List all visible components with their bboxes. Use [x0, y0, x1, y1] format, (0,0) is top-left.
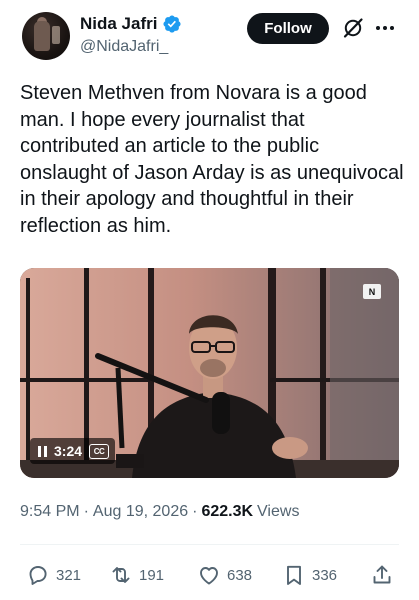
share-button[interactable]	[370, 558, 394, 592]
video-duration: 3:24	[54, 443, 83, 459]
reply-count: 321	[56, 566, 82, 584]
tweet-card: Nida Jafri @NidaJafri_ Follow Steven Met…	[0, 0, 419, 600]
tweet-date[interactable]: Aug 19, 2026	[93, 503, 188, 521]
reply-icon	[29, 566, 47, 585]
tweet-text: Steven Methven from Novara is a good man…	[20, 82, 410, 237]
repost-icon	[112, 567, 130, 583]
meta-separator: ·	[83, 503, 89, 520]
author-handle[interactable]: @NidaJafri_	[80, 38, 168, 56]
share-icon	[373, 565, 391, 584]
author-name-row[interactable]: Nida Jafri	[80, 14, 182, 34]
avatar-highlight	[52, 26, 60, 44]
author-display-name[interactable]: Nida Jafri	[80, 14, 157, 34]
divider	[20, 544, 399, 545]
tweet-time[interactable]: 9:54 PM	[20, 503, 80, 521]
like-count: 638	[227, 566, 253, 584]
views-count: 622.3K	[201, 503, 254, 520]
views-label: Views	[257, 503, 300, 520]
repost-button[interactable]: 191	[109, 558, 164, 592]
tweet-meta: 9:54 PM · Aug 19, 2026 · 622.3K Views	[20, 503, 299, 521]
video-controls[interactable]: 3:24 CC	[30, 438, 116, 464]
grok-icon[interactable]	[341, 16, 365, 40]
more-icon[interactable]	[374, 18, 396, 38]
verified-badge-icon	[163, 15, 182, 33]
bookmark-count: 336	[312, 566, 338, 584]
bookmark-button[interactable]: 336	[282, 558, 337, 592]
action-bar: 321 191 638 336	[0, 558, 419, 592]
avatar[interactable]	[22, 12, 70, 60]
reply-button[interactable]: 321	[26, 558, 81, 592]
captions-icon[interactable]: CC	[89, 443, 110, 459]
heart-icon	[200, 567, 218, 585]
channel-logo: N	[363, 284, 381, 299]
follow-button[interactable]: Follow	[247, 13, 329, 44]
meta-separator: ·	[192, 503, 198, 520]
repost-count: 191	[139, 566, 165, 584]
bookmark-icon	[287, 565, 301, 585]
pause-icon[interactable]	[38, 445, 47, 457]
like-button[interactable]: 638	[197, 558, 252, 592]
avatar-figure	[34, 21, 50, 51]
